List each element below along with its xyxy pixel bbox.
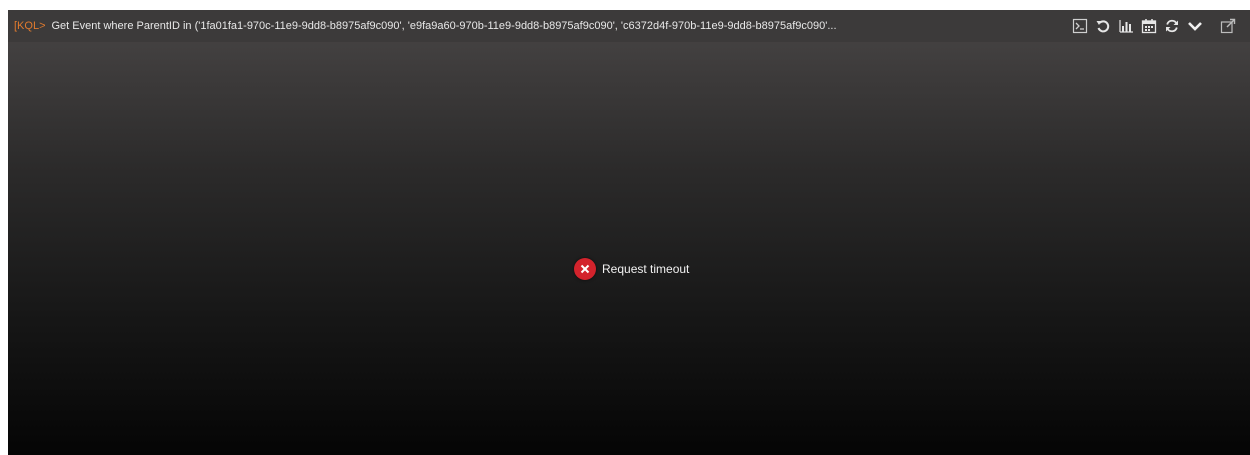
calendar-icon[interactable] [1139, 16, 1159, 36]
undo-icon[interactable] [1093, 16, 1113, 36]
query-text: Get Event where ParentID in ('1fa01fa1-9… [51, 20, 837, 32]
query-result-panel: [KQL> Get Event where ParentID in ('1fa0… [8, 10, 1250, 455]
error-message: Request timeout [574, 257, 689, 281]
external-link-icon[interactable] [1218, 16, 1238, 36]
error-text: Request timeout [602, 262, 690, 276]
query-prompt: [KQL> [14, 20, 46, 32]
terminal-icon[interactable] [1070, 16, 1090, 36]
toolbar-icons [1070, 10, 1241, 42]
chevron-down-icon[interactable] [1185, 16, 1205, 36]
bar-chart-icon[interactable] [1116, 16, 1136, 36]
refresh-icon[interactable] [1162, 16, 1182, 36]
query-input[interactable]: [KQL> Get Event where ParentID in ('1fa0… [14, 10, 1064, 42]
close-circle-icon [574, 258, 596, 280]
query-toolbar: [KQL> Get Event where ParentID in ('1fa0… [8, 10, 1250, 42]
